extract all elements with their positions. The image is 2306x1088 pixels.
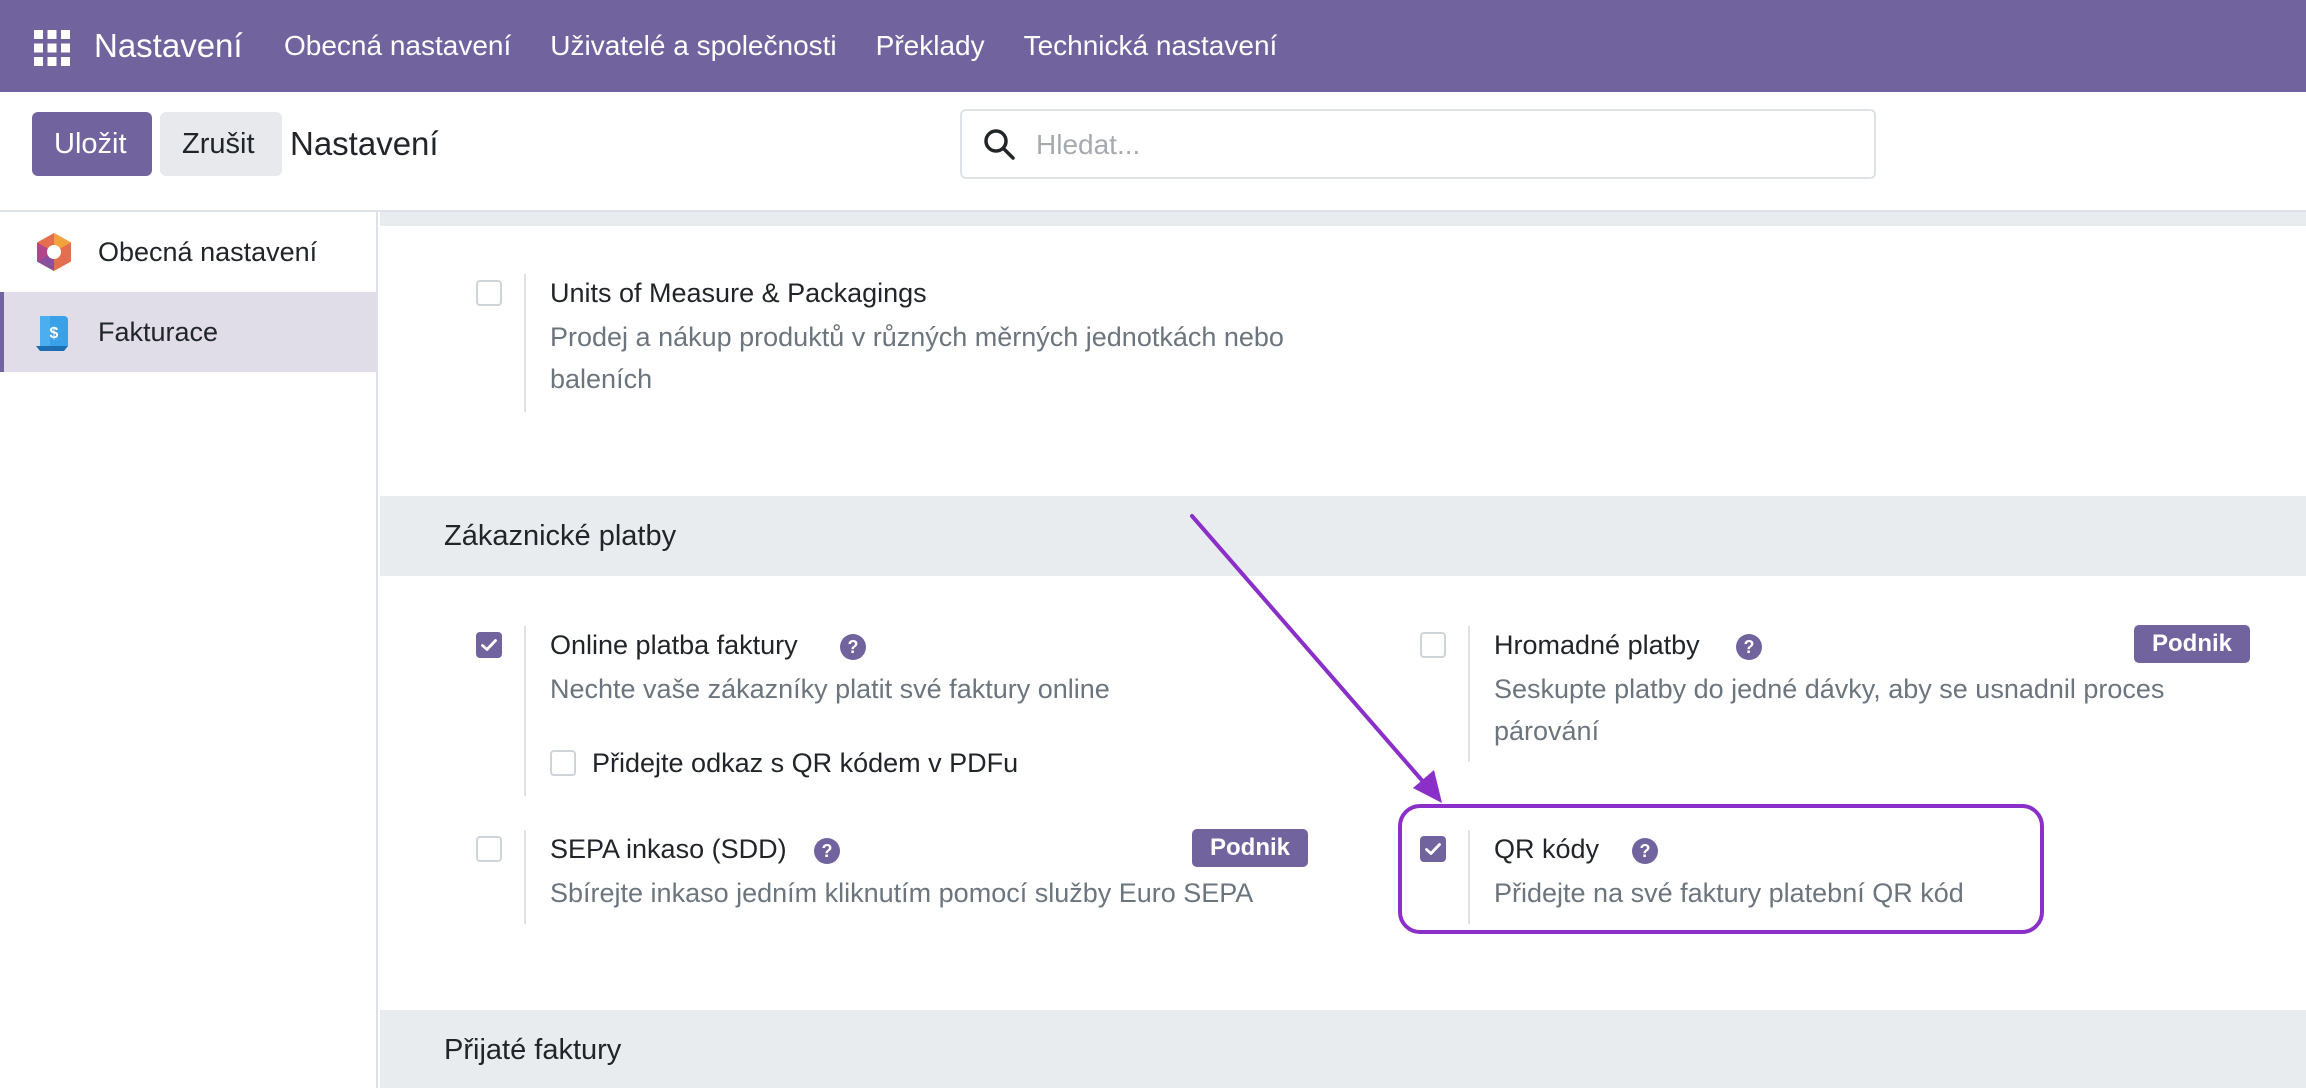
help-icon[interactable]: ?	[1736, 634, 1762, 660]
app-grid-icon[interactable]	[34, 30, 70, 66]
section-header-vendor-bills: Přijaté faktury	[380, 1010, 2306, 1088]
svg-text:?: ?	[822, 841, 833, 861]
sidebar-item-label: Obecná nastavení	[98, 237, 318, 267]
online-payment-description: Nechte vaše zákazníky platit své faktury…	[550, 674, 1110, 704]
batch-payments-checkbox[interactable]	[1420, 632, 1446, 658]
uom-description: Prodej a nákup produktů v různých měrnýc…	[550, 322, 1284, 394]
check-icon	[1425, 843, 1441, 855]
control-panel: Uložit Zrušit Nastavení	[0, 92, 2306, 212]
section-header-customer-payments: Zákaznické platby	[380, 496, 2306, 576]
setting-divider	[524, 626, 526, 796]
svg-text:?: ?	[1640, 841, 1651, 861]
settings-sidebar: Obecná nastavení $ Fakturace	[0, 212, 378, 1088]
check-icon	[481, 639, 497, 651]
search-icon	[984, 129, 1015, 160]
nav-item-technical[interactable]: Technická nastavení	[1024, 0, 1278, 92]
sidebar-item-general-settings[interactable]: Obecná nastavení	[0, 212, 376, 292]
qr-codes-title: QR kódy	[1494, 834, 1600, 864]
invoicing-icon: $	[36, 316, 68, 351]
setting-divider	[1468, 830, 1470, 924]
qr-codes-description: Přidejte na své faktury platební QR kód	[1494, 878, 1964, 908]
top-navbar: Nastavení Obecná nastavení Uživatelé a s…	[0, 0, 2306, 92]
search-input[interactable]	[1034, 119, 1858, 171]
svg-text:?: ?	[848, 637, 859, 657]
navbar-menu: Obecná nastavení Uživatelé a společnosti…	[284, 0, 1316, 92]
sepa-description: Sbírejte inkaso jedním kliknutím pomocí …	[550, 878, 1254, 908]
settings-content: Units of Measure & Packagings Prodej a n…	[380, 212, 2306, 1088]
section-title: Přijaté faktury	[444, 1034, 622, 1066]
enterprise-badge: Podnik	[1192, 829, 1309, 867]
content-top-divider	[380, 212, 2306, 226]
sepa-title: SEPA inkaso (SDD)	[550, 834, 787, 864]
nav-item-translations[interactable]: Překlady	[876, 0, 985, 92]
help-icon[interactable]: ?	[840, 634, 866, 660]
setting-divider	[1468, 626, 1470, 762]
setting-divider	[524, 274, 526, 412]
uom-title: Units of Measure & Packagings	[550, 278, 927, 308]
cancel-button[interactable]: Zrušit	[160, 112, 282, 176]
qr-codes-checkbox[interactable]	[1420, 836, 1446, 862]
nav-item-users-companies[interactable]: Uživatelé a společnosti	[550, 0, 836, 92]
uom-checkbox[interactable]	[476, 280, 502, 306]
save-button[interactable]: Uložit	[32, 112, 152, 176]
sidebar-item-invoicing[interactable]: $ Fakturace	[0, 292, 376, 372]
help-icon[interactable]: ?	[1632, 838, 1658, 864]
enterprise-badge: Podnik	[2134, 625, 2251, 663]
batch-payments-description: Seskupte platby do jedné dávky, aby se u…	[1494, 674, 2165, 746]
help-icon[interactable]: ?	[814, 838, 840, 864]
qr-link-pdf-checkbox[interactable]	[550, 750, 576, 776]
setting-divider	[524, 830, 526, 924]
svg-text:?: ?	[1744, 637, 1755, 657]
svg-text:$: $	[50, 325, 59, 342]
sepa-checkbox[interactable]	[476, 836, 502, 862]
app-title[interactable]: Nastavení	[94, 0, 243, 92]
batch-payments-title: Hromadné platby	[1494, 630, 1700, 660]
page-title: Nastavení	[290, 125, 439, 162]
general-settings-icon	[37, 233, 71, 271]
online-payment-title: Online platba faktury	[550, 630, 798, 660]
section-title: Zákaznické platby	[444, 520, 677, 552]
sidebar-item-label: Fakturace	[98, 317, 219, 347]
nav-item-general-settings[interactable]: Obecná nastavení	[284, 0, 511, 92]
search-box[interactable]	[960, 109, 1876, 179]
qr-link-pdf-label[interactable]: Přidejte odkaz s QR kódem v PDFu	[592, 748, 1018, 779]
online-payment-checkbox[interactable]	[476, 632, 502, 658]
